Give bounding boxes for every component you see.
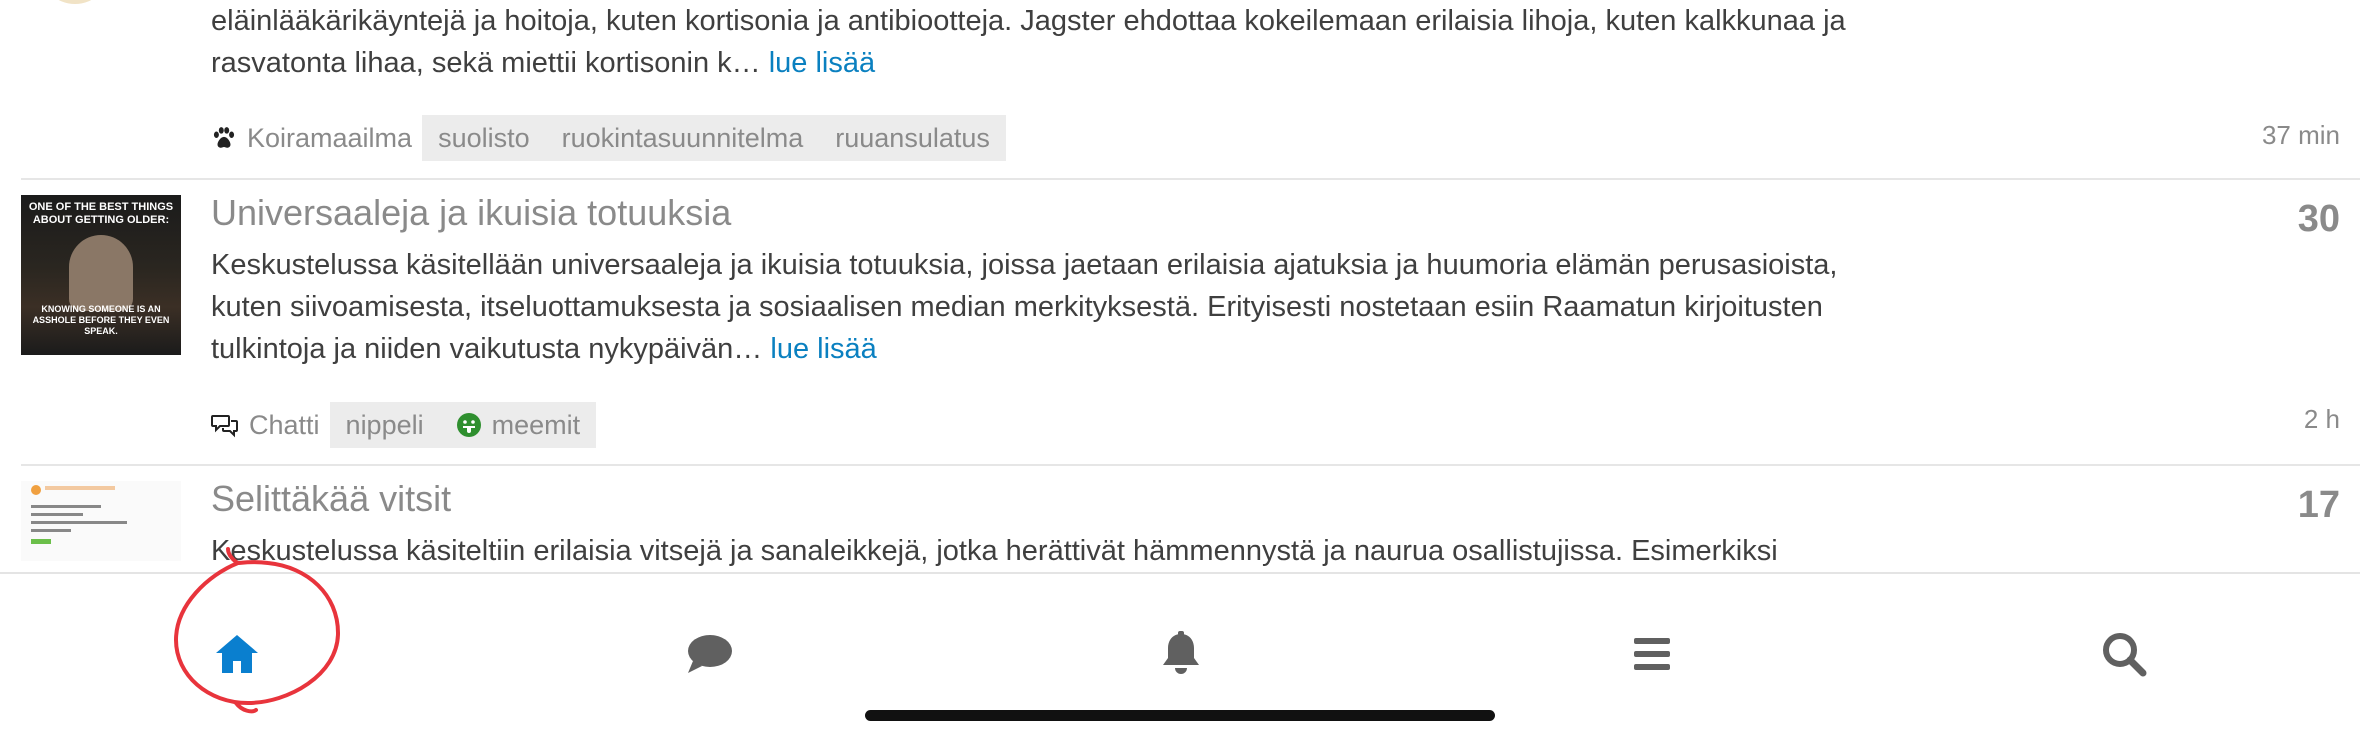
paw-icon xyxy=(213,127,235,148)
tag[interactable]: ruuansulatus xyxy=(835,123,990,154)
topic-excerpt: Keskustelussa käsitellään universaaleja … xyxy=(211,249,1838,365)
thumbnail-avatar xyxy=(31,485,41,495)
nav-menu-button[interactable] xyxy=(1612,614,1692,694)
tag-label: meemit xyxy=(491,409,581,440)
topic-row[interactable]: Selittäkää vitsit 17 Keskustelussa käsit… xyxy=(0,466,2360,572)
activity-age[interactable]: 2 h xyxy=(2304,404,2340,435)
search-icon xyxy=(2103,633,2147,677)
tag-with-icon[interactable]: meemit xyxy=(456,409,581,441)
menu-icon xyxy=(1634,638,1670,670)
thumbnail-text-line xyxy=(31,505,101,508)
thumbnail-caption-top: ONE OF THE BEST THINGS ABOUT GETTING OLD… xyxy=(28,201,174,226)
thumbnail-figure xyxy=(69,235,133,311)
tag-list: nippeli meemit xyxy=(329,402,597,448)
nav-chat-button[interactable] xyxy=(669,614,749,694)
thumbnail-caption-bottom: KNOWING SOMEONE IS AN ASSHOLE BEFORE THE… xyxy=(32,304,170,336)
read-more-link[interactable]: lue lisää xyxy=(769,47,875,79)
topic-meta: Koiramaailma suolisto ruokintasuunnitelm… xyxy=(211,115,1006,161)
reply-count[interactable]: 30 xyxy=(2298,198,2340,241)
home-indicator xyxy=(865,710,1495,721)
thumbnail-text-line xyxy=(31,513,83,516)
reply-count[interactable]: 17 xyxy=(2298,484,2340,527)
activity-age[interactable]: 37 min xyxy=(2262,120,2340,151)
bottom-navigation xyxy=(0,572,2360,736)
thumbnail-text-line xyxy=(31,529,71,532)
nav-home-button[interactable] xyxy=(197,614,277,694)
chat-bubbles-icon xyxy=(211,415,238,438)
thumbnail-reaction xyxy=(31,539,51,544)
topic-meta: Chatti nippeli meemit xyxy=(211,402,597,448)
tag[interactable]: ruokintasuunnitelma xyxy=(562,123,804,154)
category-link[interactable]: Chatti xyxy=(211,410,320,441)
topic-thumbnail[interactable]: ONE OF THE BEST THINGS ABOUT GETTING OLD… xyxy=(21,195,181,355)
category-link[interactable]: Koiramaailma xyxy=(211,123,412,154)
topic-title[interactable]: Selittäkää vitsit xyxy=(211,478,451,520)
topic-row[interactable]: ONE OF THE BEST THINGS ABOUT GETTING OLD… xyxy=(0,180,2360,464)
nav-search-button[interactable] xyxy=(2084,614,2164,694)
thumbnail-text-line xyxy=(31,521,127,524)
category-label: Koiramaailma xyxy=(247,122,413,153)
category-label: Chatti xyxy=(249,409,320,440)
thumbnail-text-line xyxy=(45,486,115,490)
tag[interactable]: nippeli xyxy=(346,410,424,441)
topic-row[interactable]: eläinlääkärikäyntejä ja hoitoja, kuten k… xyxy=(0,0,2360,178)
nav-notifications-button[interactable] xyxy=(1141,614,1221,694)
chat-icon xyxy=(688,635,732,673)
home-icon xyxy=(216,635,258,673)
topic-thumbnail[interactable] xyxy=(21,481,181,561)
read-more-link[interactable]: lue lisää xyxy=(770,333,876,365)
topic-title[interactable]: Universaaleja ja ikuisia totuuksia xyxy=(211,192,731,234)
tag[interactable]: suolisto xyxy=(438,123,530,154)
bell-icon xyxy=(1163,631,1199,674)
topic-excerpt: Keskustelussa käsiteltiin erilaisia vits… xyxy=(211,535,1778,567)
topic-list: eläinlääkärikäyntejä ja hoitoja, kuten k… xyxy=(0,0,2360,572)
topic-excerpt: eläinlääkärikäyntejä ja hoitoja, kuten k… xyxy=(211,5,1846,79)
smiley-tongue-icon xyxy=(456,413,481,437)
tag-list: suolisto ruokintasuunnitelma ruuansulatu… xyxy=(422,115,1006,161)
